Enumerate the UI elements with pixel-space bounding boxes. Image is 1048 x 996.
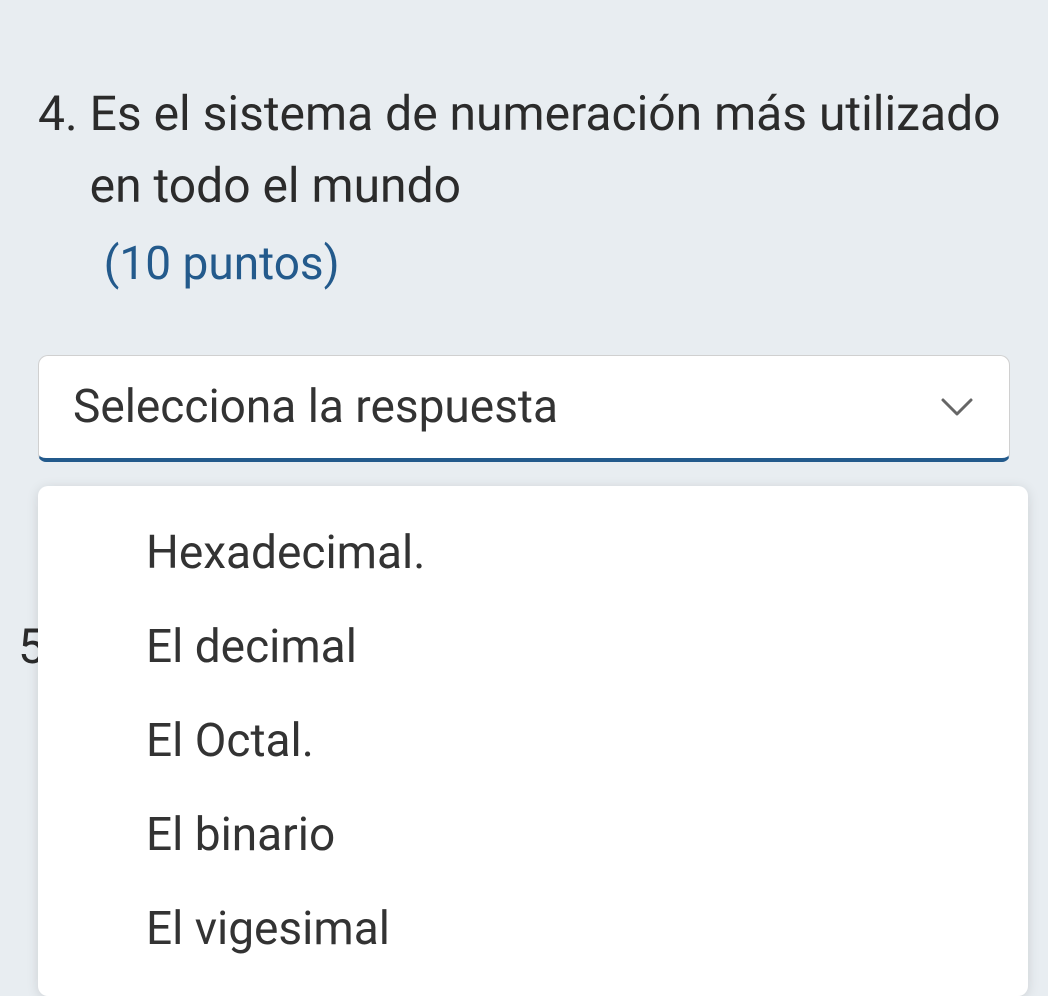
question-container: 4. Es el sistema de numeración más utili… (0, 0, 1048, 462)
dropdown-option[interactable]: El decimal (38, 600, 1028, 694)
answer-select[interactable]: Selecciona la respuesta (38, 355, 1010, 462)
dropdown-option[interactable]: El vigesimal (38, 882, 1028, 976)
dropdown-option[interactable]: El Octal. (38, 694, 1028, 788)
dropdown-option[interactable]: Hexadecimal. (38, 506, 1028, 600)
chevron-down-icon (939, 396, 975, 418)
dropdown-panel: Hexadecimal. El decimal El Octal. El bin… (38, 486, 1028, 996)
question-text: Es el sistema de numeración más utilizad… (90, 78, 1010, 222)
question-points: (10 puntos) (104, 230, 1010, 299)
dropdown-option[interactable]: El binario (38, 788, 1028, 882)
question-number: 4. (38, 78, 78, 150)
select-placeholder: Selecciona la respuesta (73, 380, 558, 434)
